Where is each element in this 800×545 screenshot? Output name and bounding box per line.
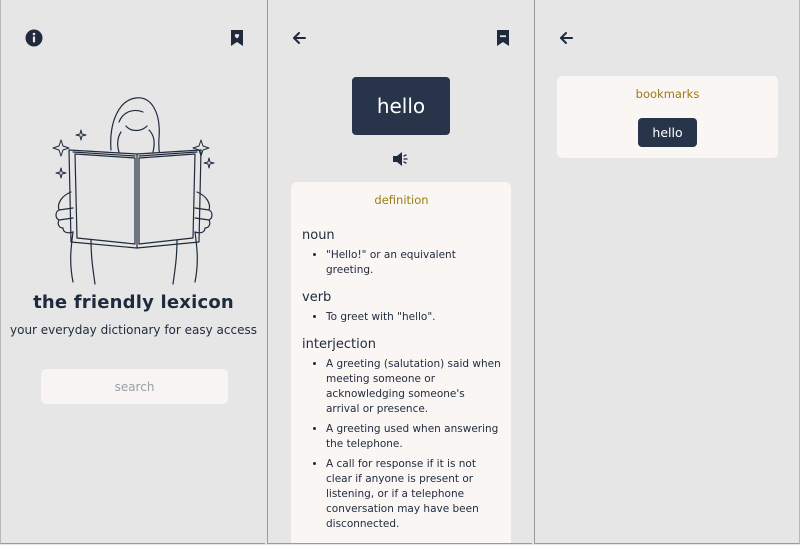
bookmarks-heading: bookmarks: [635, 87, 700, 101]
bookmark-minus-icon[interactable]: [493, 28, 513, 48]
part-of-speech: noun: [302, 228, 335, 243]
definition-card: definition noun "Hello!" or an equivalen…: [291, 182, 511, 543]
definition-item: A greeting (salutation) said when meetin…: [326, 357, 501, 417]
definition-item: To greet with "hello".: [326, 310, 501, 325]
word-card: hello: [352, 77, 450, 135]
home-screen: the friendly lexicon your everyday dicti…: [0, 0, 265, 544]
app-title: the friendly lexicon: [33, 292, 234, 313]
arrow-left-icon[interactable]: [289, 28, 309, 48]
definition-screen: hello definition noun "Hello!" or an equ…: [267, 0, 532, 544]
speaker-icon[interactable]: [391, 150, 411, 168]
meaning-verb: verb To greet with "hello".: [302, 290, 501, 325]
info-icon[interactable]: [24, 28, 44, 48]
app-subtitle: your everyday dictionary for easy access: [10, 323, 257, 337]
definition-item: A call for response if it is not clear i…: [326, 457, 501, 532]
arrow-left-icon[interactable]: [556, 28, 576, 48]
part-of-speech: interjection: [302, 337, 376, 352]
bookmarks-screen: bookmarks hello: [534, 0, 800, 544]
definition-item: "Hello!" or an equivalent greeting.: [326, 248, 501, 278]
reading-person-illustration: [52, 97, 215, 285]
meaning-noun: noun "Hello!" or an equivalent greeting.: [302, 228, 501, 278]
bookmark-chip[interactable]: hello: [638, 118, 697, 147]
meaning-interjection: interjection A greeting (salutation) sai…: [302, 337, 501, 532]
part-of-speech: verb: [302, 290, 332, 305]
definition-item: A greeting used when answering the telep…: [326, 422, 501, 452]
bookmarks-card: bookmarks hello: [557, 76, 778, 158]
bookmark-heart-icon[interactable]: [227, 28, 247, 48]
definition-heading: definition: [374, 193, 429, 207]
search-input[interactable]: [41, 369, 228, 404]
